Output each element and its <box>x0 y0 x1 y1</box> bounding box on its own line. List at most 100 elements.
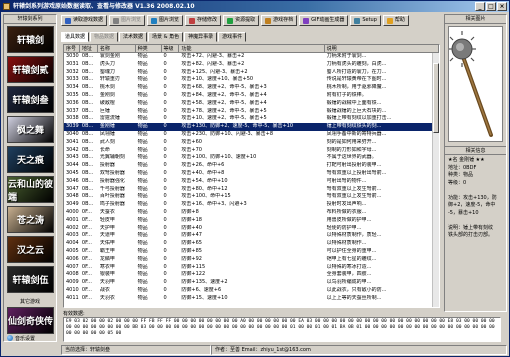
maximize-button[interactable]: □ <box>486 2 496 11</box>
table-cell: 攻击+10、速度+2、命中-5、暴击+5 <box>181 115 267 122</box>
tab-4[interactable]: 神魔异事录 <box>184 32 218 42</box>
tab-1[interactable]: 物品数据 <box>90 32 119 42</box>
table-row[interactable]: 4011 0F... 天羽衣 物品 0 防御+15、速度+10 以上上等的天蚕丝所制... <box>64 295 439 303</box>
toolbar-button-3[interactable]: 存储修改 <box>185 15 222 26</box>
table-row[interactable]: 4005 0F... 霸王甲 物品 0 防御+85 可以护住全身的重甲... <box>64 248 439 256</box>
game-button-3[interactable]: 枫之舞 <box>7 116 54 143</box>
table-scrollbar[interactable] <box>432 53 439 307</box>
table-row[interactable]: 3044 0B... 投射器 物品 0 攻击+26、命中+6 打靶可射出投射的装甲... <box>64 162 439 170</box>
table-row[interactable]: 3046 0B... 投射器强化 物品 0 攻击+54、命中+10 可射出弩的物件... <box>64 178 439 186</box>
game-button-8[interactable]: 轩辕剑伍 <box>7 266 54 293</box>
table-row[interactable]: 4002 0F... 天护甲 物品 0 防御+40 轻便的防护甲... <box>64 225 439 233</box>
table-row[interactable]: 3048 0B... 百叶投射器 物品 0 攻击+100、命中+15 弩有双重以上发生弩箭.… <box>64 193 439 201</box>
title-bar[interactable]: 轩辕剑系列游戏原始数据读取、查看与修改器 V1.36 2008.02.10 _ … <box>1 1 509 12</box>
game-button-2[interactable]: 轩辕剑叁 <box>7 86 54 113</box>
toolbar-button-0[interactable]: 读取游戏数据 <box>61 15 108 26</box>
tab-2[interactable]: 法术数据 <box>119 32 148 42</box>
table-row[interactable]: 3041 0B... 武人刻 物品 0 攻击+60 刻的是如何用来劈开... <box>64 139 439 147</box>
toolbar-button-4[interactable]: 资源提取 <box>223 15 260 26</box>
table-row[interactable]: 4004 0F... 天佑甲 物品 0 防御+65 以特殊材质制作... <box>64 240 439 248</box>
column-header[interactable]: 说明 <box>325 45 439 52</box>
table-cell: 弩有双重以上发生弩箭... <box>326 193 382 200</box>
toolbar-button-5[interactable]: 游戏存档 <box>261 15 298 26</box>
table-row[interactable]: 3032 0B... 蜀魂刀 物品 0 攻击+125、闪避-3、暴击+2 蜀人所打造的寰刀，… <box>64 69 439 77</box>
game-button-6[interactable]: 苍之涛 <box>7 206 54 233</box>
game-button-0[interactable]: 轩辕剑 <box>7 26 54 53</box>
table-row[interactable]: 3037 0B... 巨锤 物品 0 攻击+78、速度+2、命中-5、暴击+5 锻锤战锤的上… <box>64 108 439 116</box>
table-row[interactable]: 4008 0F... 银装甲 物品 0 防御+122 全身套装甲，四肢... <box>64 271 439 279</box>
toolbar-button-1[interactable]: 图片浏览 <box>109 15 146 26</box>
table-cell: 刀柄有虎头的雕刻，白虎... <box>326 60 387 67</box>
table-cell: 轩辕重刃 <box>99 76 120 83</box>
table-row[interactable]: 4010 0F... 战衣 物品 0 防御+6、速度+6 以此战衣，只有敌小的防... <box>64 287 439 295</box>
close-button[interactable]: × <box>497 2 507 11</box>
table-cell: 0 <box>163 255 167 262</box>
table-row[interactable]: 4006 0F... 龙鳞甲 物品 0 防御+92 铠甲上有七星的雕纹... <box>64 256 439 264</box>
table-cell: 防御+85 <box>181 247 202 254</box>
table-cell: 4008 <box>66 271 79 278</box>
table-row[interactable]: 3035 0B... 金刚剑 物品 0 攻击+84、速度+2、命中-5、暴击+4 附有钉子的… <box>64 92 439 100</box>
table-row[interactable]: 4000 0F... 天蚕衣 物品 0 防御+8 布料所做的衣服... <box>64 209 439 217</box>
toolbar-icon <box>265 17 272 24</box>
game-button-1[interactable]: 轩辕剑贰 <box>7 56 54 83</box>
tab-3[interactable]: 场景 & 角色 <box>148 32 184 42</box>
table-row[interactable]: 3040 0B... 凤翎锤 物品 0 攻击+230、防御+10、闪避-3、暴击+8 凤翎手… <box>64 131 439 139</box>
game-button-5[interactable]: 云和山的彼端 <box>7 176 54 203</box>
table-cell: 物品 <box>137 208 148 215</box>
column-header[interactable]: 等级 <box>162 45 180 52</box>
tab-0[interactable]: 道具数据 <box>61 32 90 42</box>
table-row[interactable]: 3033 0B... 轩辕重刃 物品 0 攻击+10、速度+10、暴击+50 传说是轩辕黄帝… <box>64 76 439 84</box>
column-header[interactable]: 功能 <box>179 45 325 52</box>
table-cell: 3047 <box>66 185 79 192</box>
table-cell: 物品 <box>137 107 148 114</box>
column-header[interactable]: 序号 <box>64 45 80 52</box>
table-cell: 物品 <box>137 232 148 239</box>
table-row[interactable]: 3034 0B... 桃木剑 物品 0 攻击+68、速度+2、命中-5、暴击+3 桃木所制，… <box>64 84 439 92</box>
scrollbar-thumb[interactable] <box>433 63 439 133</box>
table-row[interactable]: 3045 0B... 双弩投射器 物品 0 攻击+40、命中+8 弩有双重以上投射出弩箭..… <box>64 170 439 178</box>
column-header[interactable]: 名称 <box>98 45 136 52</box>
info-line: 御+2，速度-5，命中 <box>448 202 496 208</box>
table-cell: 物品 <box>137 224 148 231</box>
table-cell: 0B... <box>81 130 94 137</box>
table-cell: 锤上带有刻纹铁头的刻... <box>326 123 382 130</box>
table-cell: 0B... <box>81 193 94 200</box>
minimize-button[interactable]: _ <box>475 2 485 11</box>
table-cell: 3038 <box>66 115 79 122</box>
toolbar-button-8[interactable]: 帮助 <box>382 15 409 26</box>
table-row[interactable]: 3043 0B... 光翼辅朝刻 物品 0 攻击+100、防御+10、速度+10 不属于这世… <box>64 154 439 162</box>
info-line: 地址：0BDF <box>448 164 477 171</box>
game-button-other[interactable]: 仙剑奇侠传 <box>7 307 54 334</box>
tab-5[interactable]: 游戏事件 <box>218 32 247 42</box>
table-cell: 攻击+68、速度+2、命中-5、暴击+3 <box>181 84 267 91</box>
table-cell: 4002 <box>66 224 79 231</box>
music-settings-button[interactable]: 音乐设置 <box>7 334 54 342</box>
table-row[interactable]: 3042 0B... 长命 物品 0 攻击+70 刻制的刀形如和字母... <box>64 147 439 155</box>
column-header[interactable]: 种类 <box>136 45 162 52</box>
hex-data-view[interactable]: E9 03 02 00 00 02 00 00 00 FF FB FF FF 0… <box>63 317 501 342</box>
table-cell: 0B... <box>81 138 94 145</box>
toolbar-button-2[interactable]: 图片浏览 <box>147 15 184 26</box>
game-button-7[interactable]: 汉之云 <box>7 236 54 263</box>
toolbar-button-label: 资源提取 <box>235 17 256 23</box>
toolbar-button-6[interactable]: GIF动画生成器 <box>299 15 349 26</box>
table-row[interactable]: 3030 0B... 寰剑金刚 物品 0 攻击+72、闪避-3、暴击+2 刀柄未附于寰剑..… <box>64 53 439 61</box>
table-row[interactable]: 3047 0B... 千弓投射器 物品 0 攻击+80、命中+12 弩有双重以上发生弩箭..… <box>64 186 439 194</box>
table-row[interactable]: 3036 0B... 破敌棍 物品 0 攻击+58、速度+2、命中-5、暴击+4 锻锤的战械… <box>64 100 439 108</box>
table-row[interactable]: 3039 0B... 金刚锤 物品 0 攻击+130、防御+2、速度-5、命中-5、暴击+… <box>64 123 439 131</box>
table-cell: 4005 <box>66 247 79 254</box>
table-row[interactable]: 4009 0F... 天羽甲 物品 0 防御+135、速度+2 以鸟羽所编成的甲... <box>64 279 439 287</box>
column-header[interactable]: 地址 <box>80 45 98 52</box>
table-row[interactable]: 4001 0F... 轻皮甲 物品 0 防御+18 用兽皮所做的护甲... <box>64 217 439 225</box>
table-row[interactable]: 4003 0F... 天道甲 物品 0 防御+47 以特殊材质制作，质轻... <box>64 232 439 240</box>
table-row[interactable]: 3038 0B... 雷霆流锤 物品 0 攻击+10、速度+2、命中-5、暴击+5 锻锤上带… <box>64 115 439 123</box>
toolbar-button-7[interactable]: Setup <box>350 15 381 26</box>
table-row[interactable]: 4007 0F... 寒衣甲 物品 0 防御+115 以特殊的寒冰打造... <box>64 264 439 272</box>
table-cell: 轻便的防护甲... <box>326 224 362 231</box>
table-row[interactable]: 3031 0B... 虎头刀 物品 0 攻击+82、闪避-3、暴击+2 刀柄有虎头的雕刻，白… <box>64 61 439 69</box>
table-cell: 0F... <box>81 255 92 262</box>
table-row[interactable]: 3049 0B... 鸣子投射器 物品 0 攻击+16、命中+3、闪避+3 投射时发出声响.… <box>64 201 439 209</box>
game-button-4[interactable]: 天之痕 <box>7 146 54 173</box>
table-cell: 防御+47 <box>181 232 202 239</box>
table-cell: 攻击+70 <box>181 146 202 153</box>
